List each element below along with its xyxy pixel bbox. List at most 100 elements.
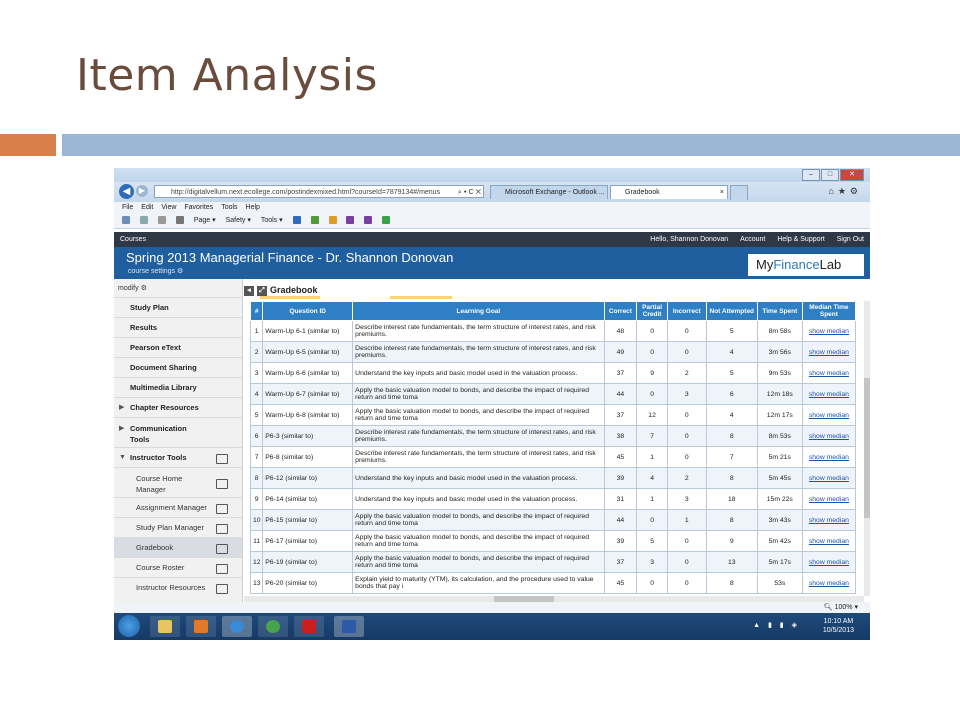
addon-icon[interactable] — [310, 216, 319, 225]
home-star-gear-icons[interactable]: ⌂★⚙ — [828, 186, 862, 197]
forward-arrow-icon[interactable]: ▶ — [136, 185, 148, 197]
safety-menu[interactable]: Safety ▾ — [226, 217, 251, 224]
collapse-sidebar-icon[interactable]: ◂ — [244, 285, 254, 296]
show-median-link[interactable]: show median — [801, 530, 857, 552]
show-median-link[interactable]: show median — [801, 572, 857, 594]
mail-icon[interactable] — [157, 216, 166, 225]
addon-icon[interactable] — [328, 216, 337, 225]
col-header-median-time[interactable]: Median Time Spent — [801, 301, 857, 321]
edit-icon[interactable] — [216, 564, 228, 574]
courses-link[interactable]: Courses — [120, 232, 146, 247]
taskbar-media-player[interactable] — [186, 616, 216, 637]
show-median-link[interactable]: show median — [801, 341, 857, 363]
col-header-number[interactable]: # — [250, 301, 264, 321]
col-header-correct[interactable]: Correct — [603, 301, 638, 321]
edit-icon[interactable] — [216, 544, 228, 554]
taskbar-internet-explorer[interactable] — [222, 616, 252, 637]
maximize-button[interactable]: □ — [821, 169, 839, 181]
system-tray-icons[interactable]: ▲ ▮ ▮ ◈ — [753, 621, 800, 629]
menu-view[interactable]: View — [161, 204, 176, 211]
show-median-link[interactable]: show median — [801, 404, 857, 426]
edit-icon[interactable] — [216, 584, 228, 594]
course-title: Spring 2013 Managerial Finance - Dr. Sha… — [126, 250, 454, 265]
show-median-link[interactable]: show median — [801, 425, 857, 447]
onenote-icon[interactable] — [364, 216, 373, 225]
help-icon[interactable] — [292, 216, 301, 225]
address-bar[interactable]: http://digitalvellum.next.ecollege.com/p… — [154, 185, 484, 198]
print-icon[interactable] — [175, 216, 184, 225]
edit-icon[interactable] — [216, 479, 228, 489]
row-number: 5 — [250, 404, 264, 426]
addon-icon[interactable] — [382, 216, 391, 225]
col-header-partial-credit[interactable]: Partial Credit — [636, 301, 668, 321]
back-arrow-icon[interactable]: ◀ — [119, 184, 134, 199]
sidebar-item-results[interactable]: Results — [114, 317, 242, 337]
sidebar-item-course-home-manager[interactable]: Course Home Manager — [114, 467, 242, 497]
show-median-link[interactable]: show median — [801, 362, 857, 384]
vertical-scroll-thumb[interactable] — [864, 378, 870, 518]
show-median-link[interactable]: show median — [801, 509, 857, 531]
tab-outlook[interactable]: Microsoft Exchange - Outlook ... — [490, 185, 608, 199]
show-median-link[interactable]: show median — [801, 383, 857, 405]
expand-icon[interactable]: ⤢ — [257, 285, 267, 296]
col-header-learning-goal[interactable]: Learning Goal — [352, 301, 605, 321]
taskbar-word[interactable] — [334, 616, 364, 637]
edit-icon[interactable] — [216, 454, 228, 464]
sign-out-link[interactable]: Sign Out — [837, 236, 864, 243]
menu-help[interactable]: Help — [246, 204, 260, 211]
page-menu[interactable]: Page ▾ — [194, 217, 216, 224]
home-icon[interactable] — [122, 216, 130, 225]
modify-link[interactable]: modify ⚙ — [118, 284, 147, 292]
menu-favorites[interactable]: Favorites — [184, 204, 213, 211]
sidebar-item-communication-tools[interactable]: ▶ Communication Tools — [114, 417, 242, 447]
course-settings-link[interactable]: course settings ⚙ — [128, 267, 183, 275]
show-median-link[interactable]: show median — [801, 488, 857, 510]
expand-arrow-icon[interactable]: ▶ — [119, 424, 124, 432]
sidebar-item-pearson-etext[interactable]: Pearson eText — [114, 337, 242, 357]
onenote-icon[interactable] — [346, 216, 355, 225]
show-median-link[interactable]: show median — [801, 320, 857, 342]
new-tab-button[interactable] — [730, 185, 748, 200]
sidebar-item-multimedia-library[interactable]: Multimedia Library — [114, 377, 242, 397]
menu-edit[interactable]: Edit — [141, 204, 153, 211]
taskbar-clock[interactable]: 10:10 AM 10/5/2013 — [823, 617, 854, 635]
start-button[interactable] — [118, 615, 140, 637]
feeds-icon[interactable] — [139, 216, 148, 225]
zoom-level[interactable]: 🔍︎ 100% ▾ — [824, 602, 858, 613]
sidebar-item-instructor-resources[interactable]: Instructor Resources — [114, 577, 242, 597]
taskbar-acrobat[interactable] — [294, 616, 324, 637]
account-link[interactable]: Account — [740, 236, 765, 243]
sidebar-item-study-plan-manager[interactable]: Study Plan Manager — [114, 517, 242, 537]
show-median-link[interactable]: show median — [801, 446, 857, 468]
question-id: P6-19 (similar to) — [262, 551, 354, 573]
expand-arrow-icon[interactable]: ▶ — [119, 398, 124, 418]
sidebar-item-document-sharing[interactable]: Document Sharing — [114, 357, 242, 377]
collapse-arrow-icon[interactable]: ▼ — [119, 448, 126, 468]
sidebar-item-study-plan[interactable]: Study Plan — [114, 297, 242, 317]
menu-file[interactable]: File — [122, 204, 133, 211]
show-median-link[interactable]: show median — [801, 551, 857, 573]
sidebar-item-course-roster[interactable]: Course Roster — [114, 557, 242, 577]
taskbar-messenger[interactable] — [258, 616, 288, 637]
col-header-time-spent[interactable]: Time Spent — [756, 301, 803, 321]
col-header-incorrect[interactable]: Incorrect — [666, 301, 707, 321]
minimize-button[interactable]: – — [802, 169, 820, 181]
help-support-link[interactable]: Help & Support — [777, 236, 824, 243]
search-refresh-icons[interactable]: ⌕ ▾ C ✕ — [458, 186, 481, 197]
edit-icon[interactable] — [216, 504, 228, 514]
tab-close-icon[interactable]: × — [720, 186, 724, 199]
sidebar-item-chapter-resources[interactable]: ▶ Chapter Resources — [114, 397, 242, 417]
edit-icon[interactable] — [216, 524, 228, 534]
sidebar-item-assignment-manager[interactable]: Assignment Manager — [114, 497, 242, 517]
col-header-question-id[interactable]: Question ID — [262, 301, 354, 321]
sidebar-item-gradebook[interactable]: Gradebook — [114, 537, 242, 557]
taskbar-explorer[interactable] — [150, 616, 180, 637]
menu-tools[interactable]: Tools — [221, 204, 237, 211]
internet-explorer-icon — [230, 620, 244, 633]
tools-menu[interactable]: Tools ▾ — [261, 217, 283, 224]
close-button[interactable]: ✕ — [840, 169, 864, 181]
show-median-link[interactable]: show median — [801, 467, 857, 489]
col-header-not-attempted[interactable]: Not Attempted — [705, 301, 758, 321]
sidebar-item-instructor-tools[interactable]: ▼ Instructor Tools — [114, 447, 242, 467]
tab-gradebook[interactable]: Gradebook × — [610, 185, 728, 199]
